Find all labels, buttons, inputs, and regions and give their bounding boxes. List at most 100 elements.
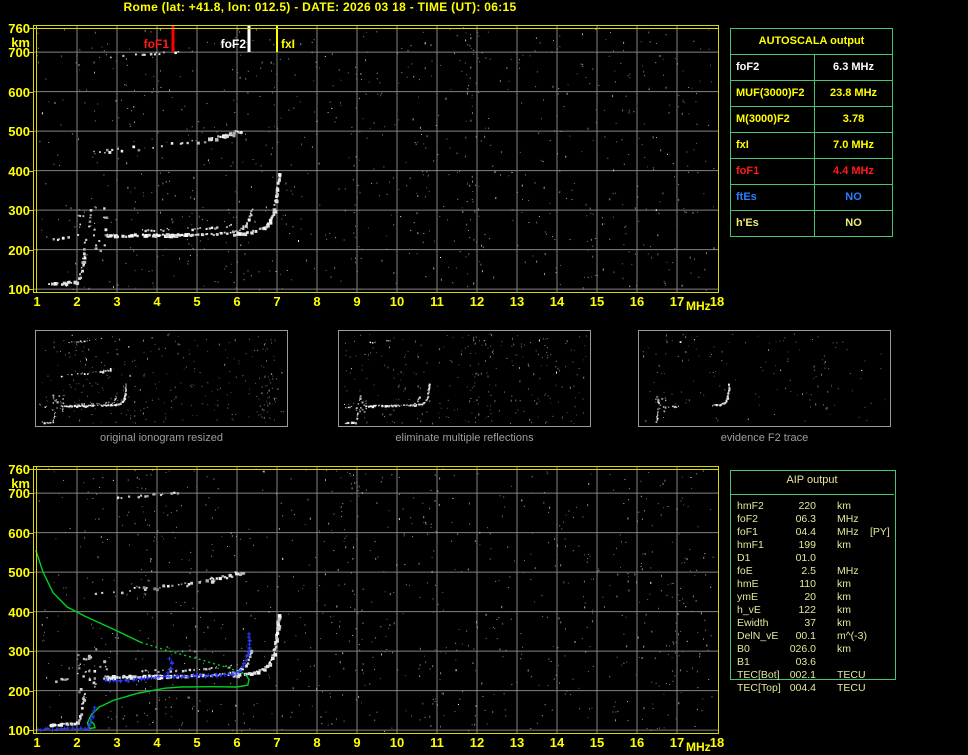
fxi-marker-label: fxI: [281, 37, 296, 51]
row-label: foF2: [731, 55, 814, 81]
x-tick-label: 12: [469, 735, 485, 750]
x-tick-label: 1: [33, 294, 41, 309]
autoscala-output-panel: AUTOSCALA output foF2 6.3 MHz MUF(3000)F…: [730, 28, 893, 237]
aip-output-panel: AIP output hmF2 220 km foF2 06.3 MHz foF1 04.…: [730, 470, 896, 702]
y-axis-tick: [29, 52, 33, 54]
y-tick-label: 600: [8, 84, 30, 100]
row-label: M(3000)F2: [731, 107, 814, 133]
thumbnail-canvas: [344, 333, 587, 425]
row-value: NO: [814, 185, 892, 211]
x-tick-label: 2: [73, 735, 81, 750]
y-axis-unit-label: km: [11, 476, 30, 491]
x-tick-label: 1: [33, 735, 41, 750]
y-axis-tick: [29, 289, 33, 291]
autoscala-app-window: { "title": "Rome (lat: +41.8, lon: 012.5…: [0, 0, 968, 755]
y-axis-tick: [29, 690, 33, 692]
y-axis-tick: [29, 611, 33, 613]
y-tick-label: 400: [8, 163, 30, 179]
thumbnail-eliminate-reflections: [338, 330, 591, 427]
x-tick-label: 15: [589, 294, 605, 309]
y-axis-tick: [29, 730, 33, 732]
x-tick-label: 13: [509, 735, 525, 750]
row-value: 3.78: [814, 107, 892, 133]
x-tick-label: 16: [629, 294, 645, 309]
x-tick-label: 6: [233, 294, 241, 309]
aip-row: Ewidth 37 km: [737, 617, 851, 629]
y-tick-label: 200: [8, 683, 30, 699]
row-label: foF1: [731, 159, 814, 185]
row-value: 7.0 MHz: [814, 133, 892, 159]
x-tick-label: 9: [353, 294, 361, 309]
report-title: Rome (lat: +41.8, lon: 012.5) - DATE: 20…: [123, 0, 517, 14]
ionogram-canvas: [33, 466, 719, 734]
aip-rows: hmF2 220 km foF2 06.3 MHz foF1 04.4 MHz [PY] hm…: [737, 500, 895, 695]
thumbnail-evidence-f2-trace: [638, 330, 891, 427]
aip-row: DelN_vE 00.1 m^(-3): [737, 630, 868, 642]
x-tick-label: 6: [233, 735, 241, 750]
y-axis-tick: [29, 170, 33, 172]
x-tick-label: 13: [509, 294, 525, 309]
x-tick-label: 7: [273, 294, 281, 309]
x-tick-label: 10: [389, 294, 405, 309]
x-tick-label: 16: [629, 735, 645, 750]
aip-row: TEC[Bot] 002.1 TECU: [737, 669, 866, 681]
x-tick-label: 2: [73, 294, 81, 309]
x-tick-label: 3: [113, 294, 121, 309]
y-tick-label: 500: [8, 565, 30, 581]
row-value: 23.8 MHz: [814, 81, 892, 107]
x-tick-label: 4: [153, 735, 161, 750]
x-tick-label: 5: [193, 735, 201, 750]
aip-row: ymE 20 km: [737, 591, 851, 603]
y-axis-tick: [29, 91, 33, 93]
x-tick-label: 15: [589, 735, 605, 750]
y-tick-label: 200: [8, 242, 30, 258]
fof1-marker-label: foF1: [143, 37, 169, 51]
row-label: h'Es: [736, 217, 759, 229]
x-tick-label: 8: [313, 735, 321, 750]
aip-row: B0 026.0 km: [737, 643, 851, 655]
thumbnail-caption: eliminate multiple reflections: [395, 432, 534, 444]
thumbnail-canvas: [39, 333, 284, 425]
ionogram-canvas: [33, 25, 719, 293]
thumbnail-caption: evidence F2 trace: [720, 432, 809, 444]
y-tick-label: 600: [8, 525, 30, 541]
y-axis-tick: [29, 493, 33, 495]
row-label: fxI: [731, 133, 814, 159]
y-tick-label: 400: [8, 604, 30, 620]
aip-row: B1 03.6: [737, 656, 816, 668]
y-axis-tick: [29, 572, 33, 574]
x-tick-label: 4: [153, 294, 161, 309]
y-axis-tick: [29, 469, 33, 471]
x-tick-label: 9: [353, 735, 361, 750]
x-axis-unit-label: MHz: [686, 740, 711, 754]
y-axis-tick: [29, 249, 33, 251]
x-tick-label: 14: [549, 735, 565, 750]
aip-row: foF1 04.4 MHz [PY]: [737, 526, 890, 538]
x-tick-label: 5: [193, 294, 201, 309]
ionogram-plot-aip-profile: [33, 466, 719, 734]
x-tick-label: 11: [430, 294, 444, 309]
y-tick-label: 760: [8, 21, 30, 37]
thumbnail-original-ionogram: [35, 330, 288, 427]
x-tick-label: 14: [549, 294, 565, 309]
y-tick-label: 760: [8, 462, 30, 478]
ionogram-plot-autoscala: [33, 25, 719, 293]
row-value: NO: [814, 211, 892, 236]
aip-row: TEC[Top] 004.4 TECU: [737, 682, 866, 694]
aip-row: foE 2.5 MHz: [737, 565, 859, 577]
y-tick-label: 300: [8, 203, 30, 219]
row-value: 6.3 MHz: [814, 55, 892, 81]
thumbnail-canvas: [642, 333, 886, 423]
y-tick-label: 500: [8, 124, 30, 140]
thumbnail-caption: original ionogram resized: [100, 432, 223, 444]
y-axis-tick: [29, 532, 33, 534]
aip-row: D1 01.0: [737, 552, 816, 564]
x-tick-label: 3: [113, 735, 121, 750]
x-tick-label: 12: [469, 294, 485, 309]
aip-row: hmF2 220 km: [737, 500, 851, 512]
aip-title-separator: [730, 494, 894, 495]
row-label: MUF(3000)F2: [731, 81, 814, 107]
autoscala-panel-title: AUTOSCALA output: [731, 29, 892, 55]
x-tick-label: 8: [313, 294, 321, 309]
aip-row: hmF1 199 km: [737, 539, 851, 551]
